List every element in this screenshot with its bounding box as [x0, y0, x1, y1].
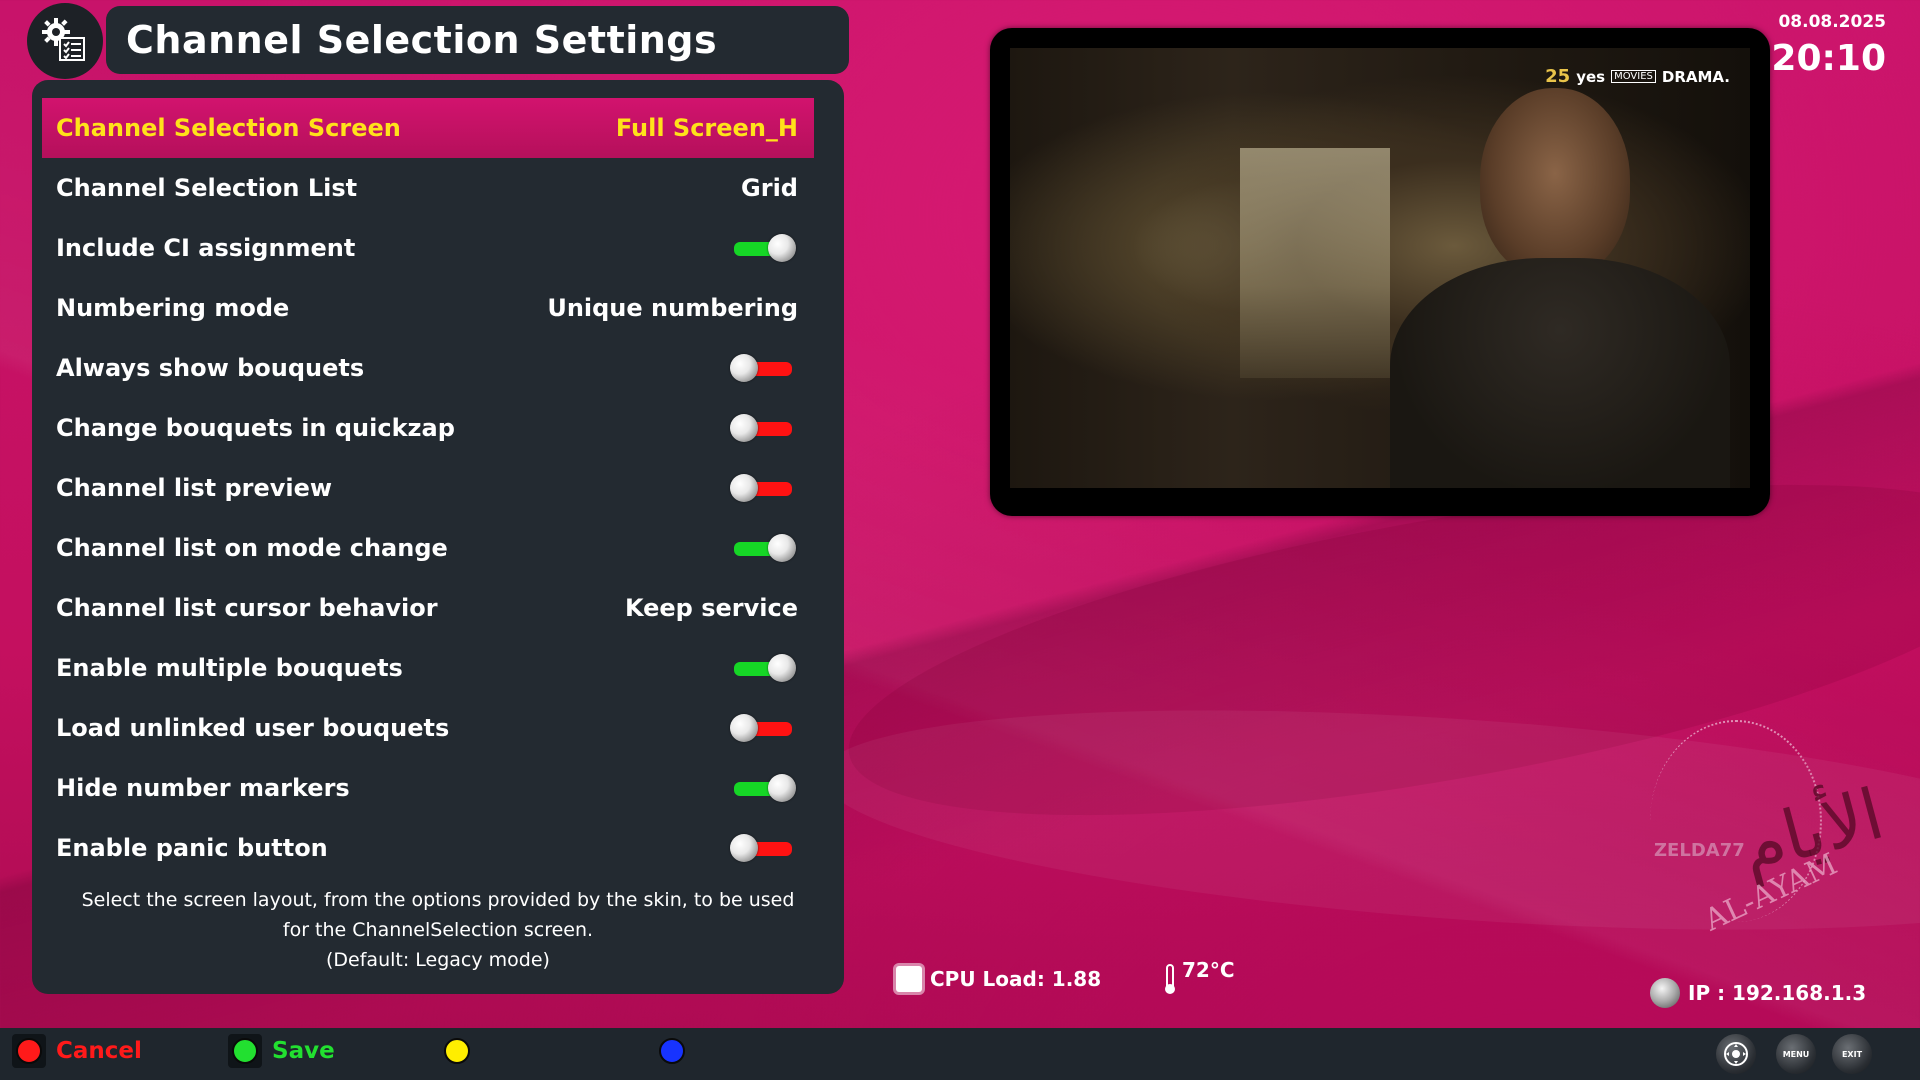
exit-button[interactable]: EXIT: [1832, 1034, 1872, 1074]
setting-row[interactable]: Channel list preview: [42, 458, 814, 518]
toggle-knob: [768, 774, 796, 802]
setting-toggle[interactable]: [730, 353, 798, 383]
ip-address: IP : 192.168.1.3: [1650, 978, 1866, 1008]
setting-row[interactable]: Enable panic button: [42, 818, 814, 878]
toggle-knob: [768, 654, 796, 682]
setting-label: Channel list preview: [56, 474, 333, 502]
setting-row[interactable]: Change bouquets in quickzap: [42, 398, 814, 458]
setting-label: Enable panic button: [56, 834, 328, 862]
thermometer-icon: [1165, 964, 1175, 994]
blue-button[interactable]: [655, 1034, 689, 1068]
setting-row[interactable]: Channel Selection List Grid: [42, 158, 814, 218]
setting-label: Change bouquets in quickzap: [56, 414, 455, 442]
description-line: (Default: Legacy mode): [326, 949, 550, 971]
setting-toggle[interactable]: [730, 833, 798, 863]
setting-row[interactable]: Numbering mode Unique numbering: [42, 278, 814, 338]
setting-label: Numbering mode: [56, 294, 290, 322]
channel-logo-category: MOVIES: [1611, 70, 1656, 83]
network-globe-icon: [1650, 978, 1680, 1008]
toggle-knob: [730, 474, 758, 502]
logo-author: ZELDA77: [1654, 840, 1745, 861]
scene-background: [1240, 148, 1390, 378]
description-line: for the ChannelSelection screen.: [282, 919, 594, 941]
scene-person-head: [1480, 88, 1630, 278]
time-display: 20:10: [1771, 38, 1886, 79]
setting-toggle[interactable]: [730, 473, 798, 503]
cancel-label: Cancel: [56, 1038, 142, 1064]
tv-preview-frame: 25 yes MOVIES DRAMA.: [990, 28, 1770, 516]
setting-row[interactable]: Hide number markers: [42, 758, 814, 818]
scene-person-body: [1390, 258, 1730, 488]
title-bar: Channel Selection Settings: [106, 6, 849, 74]
scene-person: [1390, 88, 1730, 488]
setting-label: Channel Selection Screen: [56, 114, 401, 142]
settings-gear-icon: [27, 3, 103, 79]
tv-preview-video[interactable]: 25 yes MOVIES DRAMA.: [1010, 48, 1750, 488]
setting-description: Select the screen layout, from the optio…: [52, 885, 824, 975]
setting-label: Load unlinked user bouquets: [56, 714, 450, 742]
setting-value: Keep service: [624, 594, 798, 622]
setting-row[interactable]: Load unlinked user bouquets: [42, 698, 814, 758]
cpu-chip-icon: [896, 966, 922, 992]
setting-label: Enable multiple bouquets: [56, 654, 403, 682]
setting-toggle[interactable]: [730, 653, 798, 683]
toggle-knob: [730, 714, 758, 742]
setting-row[interactable]: Include CI assignment: [42, 218, 814, 278]
blue-key-icon: [655, 1034, 689, 1068]
toggle-knob: [768, 534, 796, 562]
channel-logo-number: 25: [1545, 66, 1571, 87]
channel-logo-name: DRAMA.: [1661, 67, 1730, 86]
cpu-load: CPU Load: 1.88: [896, 966, 1101, 992]
description-line: Select the screen layout, from the optio…: [81, 889, 795, 911]
setting-value: Unique numbering: [547, 294, 798, 322]
cpu-load-text: CPU Load: 1.88: [930, 967, 1102, 991]
setting-row[interactable]: Channel list on mode change: [42, 518, 814, 578]
setting-label: Always show bouquets: [56, 354, 365, 382]
toggle-knob: [730, 354, 758, 382]
save-label: Save: [272, 1038, 335, 1064]
setting-label: Include CI assignment: [56, 234, 356, 262]
setting-toggle[interactable]: [730, 533, 798, 563]
toggle-knob: [730, 834, 758, 862]
navigation-dpad-icon[interactable]: [1716, 1034, 1756, 1074]
setting-value: Grid: [741, 174, 798, 202]
setting-toggle[interactable]: [730, 773, 798, 803]
red-key-icon: [12, 1034, 46, 1068]
page-title: Channel Selection Settings: [126, 18, 718, 62]
menu-button[interactable]: MENU: [1776, 1034, 1816, 1074]
temperature: 72°C: [1165, 958, 1235, 994]
skin-logo: الأيام ZELDA77 AL-AYAM: [1640, 720, 1892, 970]
setting-label: Channel list cursor behavior: [56, 594, 438, 622]
temperature-text: 72°C: [1182, 958, 1235, 982]
cancel-button[interactable]: Cancel: [12, 1034, 142, 1068]
setting-value: Full Screen_H: [615, 114, 798, 142]
settings-list: Select the screen layout, from the optio…: [32, 80, 844, 994]
ip-text: IP : 192.168.1.3: [1688, 981, 1867, 1005]
setting-toggle[interactable]: [730, 233, 798, 263]
channel-logo: 25 yes MOVIES DRAMA.: [1545, 66, 1730, 87]
save-button[interactable]: Save: [228, 1034, 335, 1068]
green-key-icon: [228, 1034, 262, 1068]
setting-row[interactable]: Enable multiple bouquets: [42, 638, 814, 698]
toggle-knob: [730, 414, 758, 442]
setting-row[interactable]: Always show bouquets: [42, 338, 814, 398]
setting-toggle[interactable]: [730, 413, 798, 443]
yellow-button[interactable]: [440, 1034, 474, 1068]
date-display: 08.08.2025: [1778, 12, 1886, 32]
toggle-knob: [768, 234, 796, 262]
channel-logo-brand: yes: [1576, 67, 1606, 86]
setting-label: Hide number markers: [56, 774, 350, 802]
yellow-key-icon: [440, 1034, 474, 1068]
setting-toggle[interactable]: [730, 713, 798, 743]
setting-label: Channel Selection List: [56, 174, 358, 202]
setting-row[interactable]: Channel list cursor behavior Keep service: [42, 578, 814, 638]
setting-label: Channel list on mode change: [56, 534, 448, 562]
setting-row[interactable]: Channel Selection Screen Full Screen_H: [42, 98, 814, 158]
